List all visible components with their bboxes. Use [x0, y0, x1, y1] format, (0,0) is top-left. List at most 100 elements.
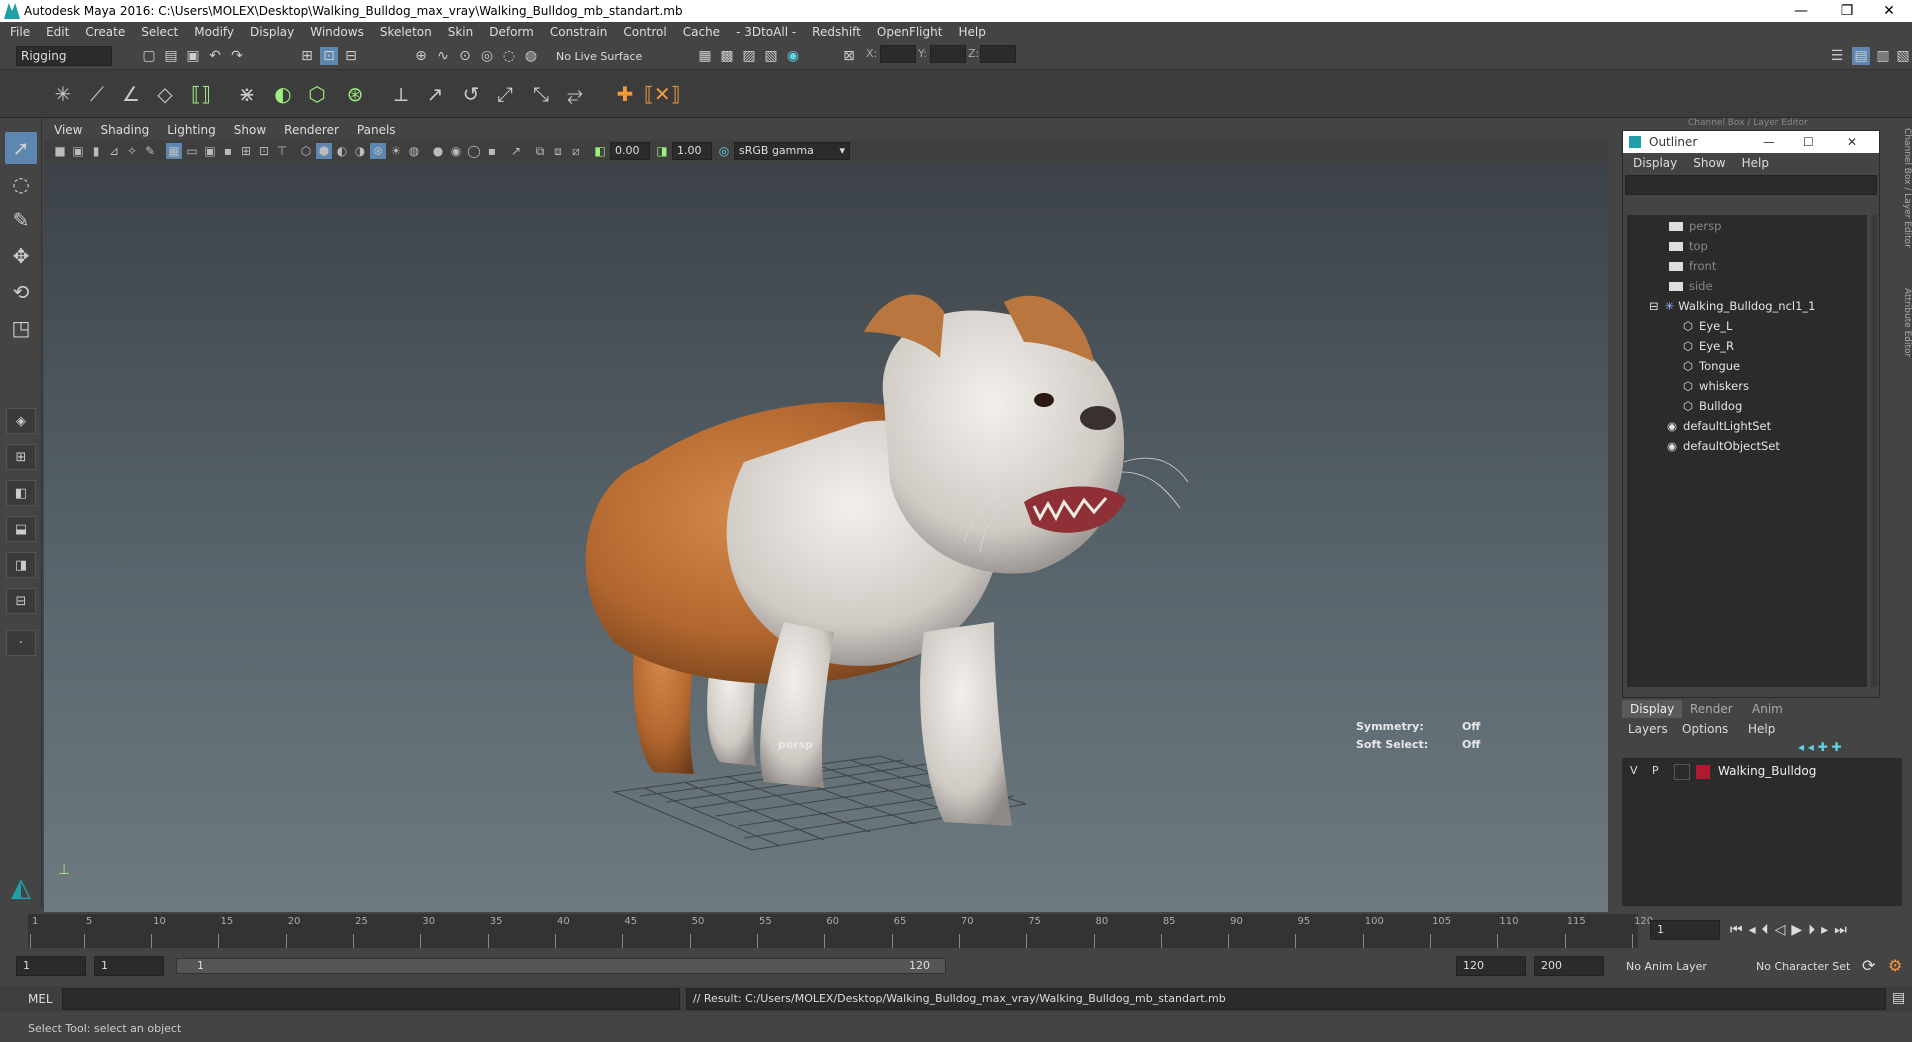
layers-menu-help[interactable]: Help — [1748, 722, 1775, 736]
safe-title-icon[interactable]: ⊤ — [274, 143, 290, 159]
select-tool-icon[interactable]: ➚ — [5, 132, 37, 164]
point-constraint-icon[interactable]: ⟂ — [386, 79, 416, 109]
vp-menu-shading[interactable]: Shading — [100, 123, 149, 137]
insert-joint-icon[interactable]: ◇ — [150, 79, 180, 109]
render-frame-icon[interactable]: ▩ — [718, 47, 736, 65]
2d-pan-icon[interactable]: ✧ — [124, 143, 140, 159]
parent-constraint-icon[interactable]: ⤡ — [526, 79, 556, 109]
attribute-editor-icon[interactable]: ▤ — [1852, 47, 1870, 65]
wireframe-on-shaded-icon[interactable]: ◐ — [334, 143, 350, 159]
snap-point-icon[interactable]: ⊙ — [456, 47, 474, 65]
range-slider-bar[interactable]: 1 120 — [176, 958, 946, 974]
menu-edit[interactable]: Edit — [46, 25, 69, 39]
time-ruler[interactable]: 1 5 10 15 20 25 30 35 40 45 50 55 60 65 70 75 80 85 90 95 10… — [28, 914, 1653, 948]
locator-icon[interactable]: ⟦⟧ — [186, 79, 216, 109]
transform-mode-icon[interactable]: ⊠ — [840, 47, 858, 65]
menu-skin[interactable]: Skin — [448, 25, 474, 39]
outliner-item-default-object-set[interactable]: ◉ defaultObjectSet — [1667, 437, 1780, 455]
ipr-render-icon[interactable]: ▨ — [740, 47, 758, 65]
motion-blur-icon[interactable]: ● — [430, 143, 446, 159]
menu-select[interactable]: Select — [141, 25, 178, 39]
playback-start-field[interactable]: 1 — [94, 956, 164, 976]
snap-curve-icon[interactable]: ∿ — [434, 47, 452, 65]
outliner-menu-display[interactable]: Display — [1633, 156, 1677, 170]
new-scene-icon[interactable]: ▢ — [140, 47, 158, 65]
lattice-deformer-icon[interactable]: ⬡ — [302, 79, 332, 109]
snap-view-icon[interactable]: ◎ — [478, 47, 496, 65]
menu-display[interactable]: Display — [250, 25, 294, 39]
smooth-shade-icon[interactable]: ⬢ — [316, 143, 332, 159]
layer-visibility-toggle[interactable]: V — [1630, 764, 1638, 777]
menu-create[interactable]: Create — [85, 25, 125, 39]
single-perspective-layout-icon[interactable]: ◈ — [6, 408, 36, 434]
menu-help[interactable]: Help — [958, 25, 985, 39]
select-object-icon[interactable]: ⊡ — [320, 47, 338, 65]
select-component-icon[interactable]: ⊟ — [342, 47, 360, 65]
outliner-item-tongue[interactable]: ⬡ Tongue — [1683, 357, 1740, 375]
channel-box-tab-title[interactable]: Channel Box / Layer Editor — [1688, 118, 1808, 128]
vp-menu-renderer[interactable]: Renderer — [284, 123, 339, 137]
outliner-item-bulldog[interactable]: ⬡ Bulldog — [1683, 397, 1742, 415]
scale-tool-icon[interactable]: ◳ — [5, 312, 37, 344]
outliner-item-whiskers[interactable]: ⬡ whiskers — [1683, 377, 1749, 395]
tool-settings-icon[interactable]: ▥ — [1874, 47, 1892, 65]
vp-menu-view[interactable]: View — [54, 123, 82, 137]
wireframe-icon[interactable]: ⬡ — [298, 143, 314, 159]
grease-pencil-icon[interactable]: ✎ — [142, 143, 158, 159]
layout-dropdown-icon[interactable]: · — [6, 630, 36, 656]
modeling-toolkit-icon[interactable]: ☰ — [1828, 47, 1846, 65]
outliner-minimize-button[interactable]: — — [1763, 131, 1775, 153]
xray-icon[interactable]: ↗ — [508, 143, 524, 159]
anim-layer-dropdown[interactable]: No Anim Layer — [1626, 960, 1707, 973]
outliner-item-eye-r[interactable]: ⬡ Eye_R — [1683, 337, 1734, 355]
vp-menu-show[interactable]: Show — [234, 123, 266, 137]
select-hierarchy-icon[interactable]: ⊞ — [298, 47, 316, 65]
menu-redshift[interactable]: Redshift — [812, 25, 861, 39]
save-scene-icon[interactable]: ▣ — [184, 47, 202, 65]
outliner-close-button[interactable]: ✕ — [1847, 131, 1857, 153]
outliner-item-top[interactable]: top — [1669, 237, 1708, 255]
screen-space-ao-icon[interactable]: ◍ — [406, 143, 422, 159]
outliner-item-group[interactable]: ⊟ ✳ Walking_Bulldog_ncl1_1 — [1649, 297, 1816, 315]
undo-icon[interactable]: ↶ — [206, 47, 224, 65]
close-button[interactable]: ✕ — [1866, 0, 1912, 22]
menu-control[interactable]: Control — [623, 25, 666, 39]
menuset-dropdown[interactable]: Rigging — [16, 46, 112, 66]
layer-row[interactable]: V P Walking_Bulldog — [1622, 762, 1902, 782]
outliner-item-persp[interactable]: persp — [1669, 217, 1721, 235]
snap-live-icon[interactable]: ◍ — [522, 47, 540, 65]
vp-menu-lighting[interactable]: Lighting — [167, 123, 216, 137]
preferences-icon[interactable]: ⚙ — [1888, 956, 1902, 975]
ik-spline-icon[interactable]: ∠ — [116, 79, 146, 109]
outliner-maximize-button[interactable]: ☐ — [1803, 131, 1814, 153]
menu-modify[interactable]: Modify — [194, 25, 234, 39]
joint-tool-icon[interactable]: ✳ — [48, 79, 78, 109]
layer-color-swatch[interactable] — [1696, 765, 1710, 779]
hypershade-icon[interactable]: ◉ — [784, 47, 802, 65]
menu-cache[interactable]: Cache — [683, 25, 720, 39]
color-management-icon[interactable]: ◎ — [716, 143, 732, 159]
side-tab-channel-box[interactable]: Channel Box / Layer Editor — [1902, 128, 1912, 248]
lasso-tool-icon[interactable]: ◌ — [5, 168, 37, 200]
playback-controls[interactable]: ⏮◂⏴◁▶⏵▸⏭ — [1730, 922, 1853, 938]
layers-menu-layers[interactable]: Layers — [1628, 722, 1668, 736]
tab-render[interactable]: Render — [1682, 700, 1741, 718]
custom-layout-icon[interactable]: ⊟ — [6, 588, 36, 614]
pole-vector-icon[interactable]: ⥂ — [560, 79, 590, 109]
end-time-field[interactable]: 200 — [1534, 956, 1604, 976]
character-set-dropdown[interactable]: No Character Set — [1756, 960, 1850, 973]
bind-skin-icon[interactable]: ⋇ — [232, 79, 262, 109]
layer-move-icons[interactable]: ◂ ◂ ✚ ✚ — [1798, 740, 1842, 754]
vp-menu-panels[interactable]: Panels — [357, 123, 396, 137]
safe-action-icon[interactable]: ⊡ — [256, 143, 272, 159]
gamma-icon[interactable]: ◨ — [654, 143, 670, 159]
layer-playback-toggle[interactable]: P — [1652, 764, 1659, 777]
layer-reference-toggle[interactable] — [1674, 764, 1690, 780]
outliner-item-eye-l[interactable]: ⬡ Eye_L — [1683, 317, 1732, 335]
layers-menu-options[interactable]: Options — [1682, 722, 1728, 736]
open-scene-icon[interactable]: ▤ — [162, 47, 180, 65]
tab-display[interactable]: Display — [1622, 700, 1683, 718]
perspective-outliner-layout-icon[interactable]: ◧ — [6, 480, 36, 506]
cluster-deformer-icon[interactable]: ⊛ — [340, 79, 370, 109]
minimize-button[interactable]: — — [1778, 0, 1824, 22]
